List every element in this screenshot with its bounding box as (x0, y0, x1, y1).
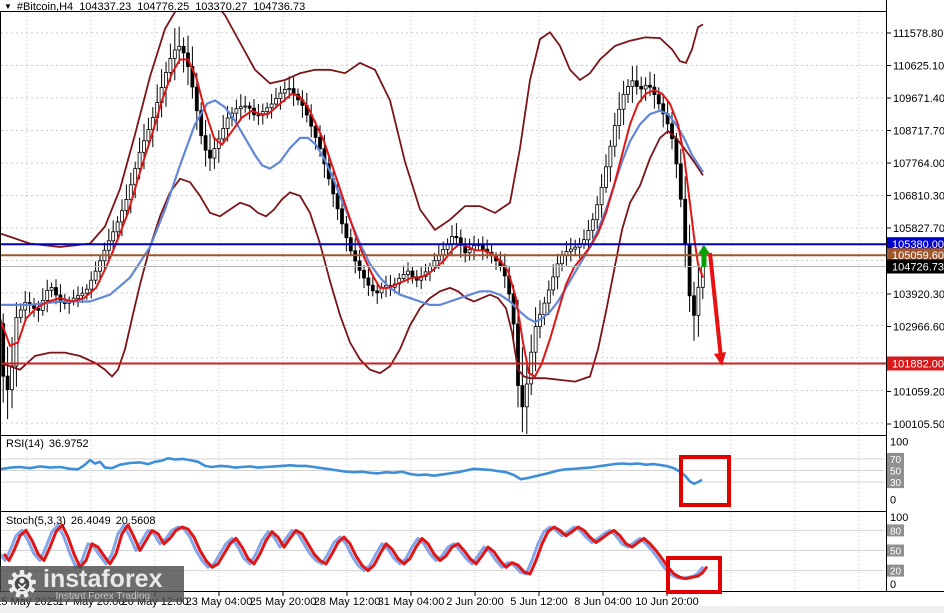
price-badge-label: 104726.73 (892, 262, 944, 274)
rsi-highlight-box (679, 455, 731, 507)
trading-chart-window: 111578.80 110625.10 109671.40 108717.70 1077… (0, 0, 944, 613)
scale-badge-label: 70 (890, 455, 902, 466)
scale-tick-label: 0 (890, 579, 896, 591)
symbol-label: #Bitcoin,H4 (16, 1, 74, 13)
scale-tick-label: 0 (890, 495, 896, 507)
scale-badge-label: 20 (890, 567, 902, 578)
price-tick-label: 100105.50 (893, 419, 944, 431)
rsi-pane (1, 457, 703, 486)
watermark-tagline: Instant Forex Trading (55, 590, 150, 602)
time-tick-label: 28 May 12:00 (314, 596, 381, 608)
time-tick-label: 31 May 04:00 (378, 596, 445, 608)
time-tick-label: 5 Jun 12:00 (510, 596, 568, 608)
up-arrow-head (698, 245, 710, 254)
watermark-brand: instaforex (43, 564, 163, 593)
gear-logo-icon (7, 569, 37, 598)
main-price-pane (1, 12, 705, 434)
scale-badge-label: 50 (890, 467, 902, 478)
down-arrow-shaft (708, 252, 723, 359)
chart-title: ▼ #Bitcoin,H4 104337.23 104776.25 103370.27 1… (4, 1, 311, 13)
rsi-line (1, 457, 703, 486)
ohlc-close: 104736.73 (253, 1, 306, 13)
scale-tick-label: 100 (890, 437, 908, 449)
price-tick-label: 103920.30 (893, 289, 944, 301)
time-tick-label: 25 May 20:00 (250, 596, 317, 608)
scale-tick-label: 100 (890, 512, 908, 524)
ohlc-open: 104337.23 (79, 1, 132, 13)
price-tick-label: 111578.80 (893, 28, 943, 40)
price-tick-label: 108717.70 (893, 126, 944, 138)
price-tick-label: 110625.10 (893, 61, 944, 73)
symbol-dropdown-icon[interactable]: ▼ (4, 2, 12, 11)
rsi-indicator-title: RSI(14) 36.9752 (6, 438, 94, 450)
scale-badge-label: 30 (890, 478, 902, 489)
ohlc-high: 104776.25 (137, 1, 190, 13)
price-tick-label: 106810.30 (893, 191, 944, 203)
time-tick-label: 23 May 04:00 (186, 596, 253, 608)
rsi-label: RSI(14) (6, 438, 44, 450)
stoch-label: Stoch(5,3,3) (6, 515, 66, 527)
rsi-value: 36.9752 (48, 438, 89, 450)
scale-badge-label: 50 (890, 547, 902, 558)
price-badge-label: 101882.00 (892, 358, 944, 370)
stoch-indicator-title: Stoch(5,3,3) 26.4049 20.5608 (6, 515, 160, 527)
instaforex-watermark: instaforex Instant Forex Trading (0, 566, 184, 602)
stoch-highlight-box (666, 556, 722, 594)
stoch-main-value: 26.4049 (70, 515, 111, 527)
time-tick-label: 10 Jun 20:00 (635, 596, 699, 608)
price-tick-label: 107764.00 (893, 158, 944, 170)
time-tick-label: 8 Jun 04:00 (574, 596, 632, 608)
stoch-signal-value: 20.5608 (115, 515, 156, 527)
price-tick-label: 101059.20 (893, 386, 944, 398)
price-tick-label: 109671.40 (893, 93, 944, 105)
price-tick-label: 102966.60 (893, 321, 944, 333)
price-tick-label: 105827.70 (893, 223, 944, 235)
ohlc-low: 103370.27 (195, 1, 248, 13)
time-tick-label: 2 Jun 20:00 (446, 596, 504, 608)
scale-badge-label: 80 (890, 526, 902, 537)
